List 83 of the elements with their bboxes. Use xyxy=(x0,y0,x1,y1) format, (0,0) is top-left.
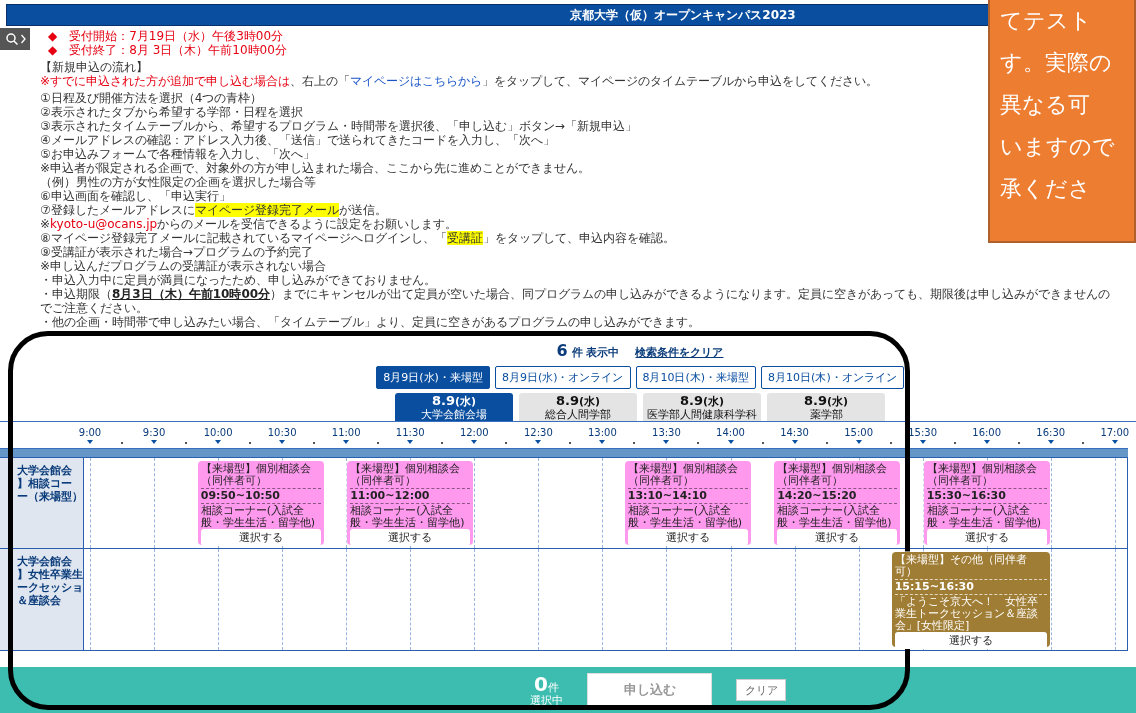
instruction-text: ⑤お申込みフォームで各種情報を入力し、「次へ」 xyxy=(40,147,315,161)
session-description: 相談コーナー(入試全般・学生生活・留学他) xyxy=(200,504,317,529)
session-title: 【来場型】その他（同伴者可） xyxy=(894,554,1047,580)
note-text: す。実際の xyxy=(1000,49,1113,77)
session-description: 相談コーナー(入試全般・学生生活・留学他) xyxy=(926,504,1042,529)
select-button[interactable]: 選択する xyxy=(350,529,471,546)
time-label: 12:30 xyxy=(523,427,553,439)
date-tab[interactable]: 8.9(水) 薬学部 xyxy=(767,393,885,421)
session-title: 【来場型】個別相談会（同伴者可） xyxy=(350,463,471,489)
instruction-text: ※kyoto-u@ocans.jpからのメールを受信できるように設定をお願いします。 xyxy=(40,217,458,231)
select-button[interactable]: 選択する xyxy=(894,632,1047,649)
instruction-text: ・他の企画・時間帯で申し込みたい場合、「タイムテーブル」より、定員に空きがあるプログラムの申し込みができます。 xyxy=(40,315,700,329)
filter-tab[interactable]: 8月10日(木)・オンライン xyxy=(761,366,904,389)
select-button[interactable]: 選択する xyxy=(200,529,321,546)
instruction-text: ③表示されたタイムテーブルから、希望するプログラム・時間帯を選択後、「申し込む」ボタン→「新規申込」 xyxy=(40,119,637,133)
page-title: 京都大学（仮）オープンキャンパス2023 xyxy=(570,8,796,22)
note-text: いますので xyxy=(1000,133,1116,161)
selected-count: 0 xyxy=(534,673,548,694)
time-label: 17:00 xyxy=(1100,427,1130,439)
note-text: てテスト xyxy=(1000,7,1093,35)
clear-button[interactable]: クリア xyxy=(736,679,786,701)
filter-tab[interactable]: 8月9日(水)・オンライン xyxy=(494,366,631,389)
time-label: 11:30 xyxy=(395,427,425,439)
select-button[interactable]: 選択する xyxy=(777,529,898,546)
session-description: 相談コーナー(入試全般・学生生活・留学他) xyxy=(627,504,744,529)
session-time: 11:00~12:00 xyxy=(350,489,471,504)
text-link[interactable]: マイページはこちらから xyxy=(350,74,483,88)
session-title: 【来場型】個別相談会（同伴者可） xyxy=(926,463,1047,489)
note-text: 異なる可 xyxy=(1000,91,1091,119)
time-label: 16:30 xyxy=(1036,427,1066,439)
instruction-text: ②表示されたタブから希望する学部・日程を選択 xyxy=(40,105,303,119)
time-label: 9:00 xyxy=(78,427,102,439)
instruction-text: ①日程及び開催方法を選択（4つの青枠） xyxy=(40,91,263,105)
row-label: 大学会館会 】女性卒業生 ークセッショ ＆座談会 xyxy=(0,549,84,650)
time-label: 13:00 xyxy=(588,427,617,439)
session-time: 09:50~10:50 xyxy=(200,489,321,504)
count-caption: 選択中 xyxy=(530,694,563,707)
instruction-text: （例）男性の方が女性限定の企画を選択した場合等 xyxy=(40,175,316,189)
instruction-text: ※すでに申込された方が追加で申し込む場合は、右上の「マイページはこちらから」をタップして、マイページのタイムテーブルから申込をしてください。 xyxy=(40,74,879,88)
session-title: 【来場型】個別相談会（同伴者可） xyxy=(200,463,321,489)
time-label: 14:00 xyxy=(716,427,745,439)
result-count: 6 xyxy=(556,341,568,360)
instruction-text: ※申し込んだプログラムの受講証が表示されない場合 xyxy=(40,259,327,273)
select-button[interactable]: 選択する xyxy=(627,529,748,546)
result-label: 件 表示中 xyxy=(571,345,620,360)
time-label: 14:30 xyxy=(780,427,809,439)
time-label: 12:00 xyxy=(459,427,489,439)
count-unit: 件 xyxy=(547,680,559,695)
time-label: 15:00 xyxy=(844,427,873,439)
session-title: 【来場型】個別相談会（同伴者可） xyxy=(627,463,748,489)
session-time: 14:20~15:20 xyxy=(777,489,898,504)
session-time: 15:15~16:30 xyxy=(894,580,1047,595)
date-tab[interactable]: 8.9(水) 総合人間学部 xyxy=(519,393,637,421)
instruction-text: ④メールアドレスの確認：アドレス入力後、「送信」で送られてきたコードを入力し、「次へ」 xyxy=(40,133,555,147)
time-label: 13:30 xyxy=(652,427,681,439)
time-label: 11:00 xyxy=(331,427,361,439)
instruction-text: ⑨受講証が表示された場合→プログラムの予約完了 xyxy=(40,245,313,259)
filter-tab[interactable]: 8月10日(木)・来場型 xyxy=(635,366,757,389)
session-time: 13:10~14:10 xyxy=(627,489,748,504)
time-label: 15:30 xyxy=(908,427,938,439)
clear-filter-link[interactable]: 検索条件をクリア xyxy=(635,345,724,360)
session-time: 15:30~16:30 xyxy=(926,489,1047,504)
select-button[interactable]: 選択する xyxy=(926,529,1047,546)
session-description: 相談コーナー(入試全般・学生生活・留学他) xyxy=(777,504,893,529)
time-label: 10:00 xyxy=(203,427,233,439)
filter-tab[interactable]: 8月9日(水)・来場型 xyxy=(376,366,490,389)
session-title: 【来場型】個別相談会（同伴者可） xyxy=(777,463,898,489)
time-label: 10:30 xyxy=(267,427,297,439)
date-tab[interactable]: 8.9(水) 大学会館会場 xyxy=(395,393,513,421)
row-label: 大学会館会 】相談コー ー（来場型） xyxy=(0,458,84,548)
section-heading: 【新規申込の流れ】 xyxy=(40,60,148,74)
session-description: 相談コーナー(入試全般・学生生活・留学他) xyxy=(350,504,466,529)
instruction-text: ・申込入力中に定員が満員になったため、申し込みができておりません。 xyxy=(40,273,436,287)
instruction-text: ・申込期限（8月3日（木）午前10時00分）までにキャンセルが出て定員が空いた場合、同プログラムの申し込みができるようになります。定員に空きがあっても、期限後は申し込みができませんのでご注意ください。 xyxy=(40,287,1112,315)
note-text: 承くださ xyxy=(1000,175,1092,203)
time-label: 9:30 xyxy=(142,427,166,439)
time-label: 16:00 xyxy=(972,427,1002,439)
session-description: 「ようこそ京大へ！ 女性卒業生トークセッション＆座談会」[女性限定] xyxy=(894,595,1039,632)
date-tab[interactable]: 8.9(水) 医学部人間健康科学科 xyxy=(643,393,761,421)
deadline-text: ◆ 受付終了：8月 3日（木）午前10時00分 xyxy=(48,43,287,57)
deadline-text: ◆ 受付開始：7月19日（水）午後3時00分 xyxy=(48,29,284,43)
instruction-text: ※申込者が限定される企画で、対象外の方が申し込まれた場合、ここから先に進めことができません。 xyxy=(40,161,591,175)
instruction-text: ⑥申込画面を確認し、「申込実行」 xyxy=(40,189,231,203)
